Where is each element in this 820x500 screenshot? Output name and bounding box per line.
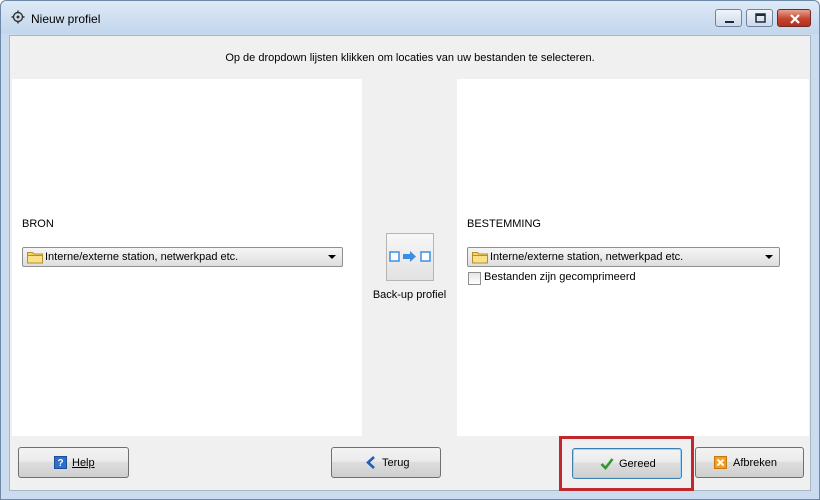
minimize-button[interactable]: [715, 9, 742, 27]
back-button-label: Terug: [382, 457, 410, 469]
folder-icon: [472, 252, 488, 264]
close-button[interactable]: [777, 9, 811, 27]
destination-dropdown-value: Interne/externe station, netwerkpad etc.: [490, 251, 684, 263]
source-dropdown-value: Interne/externe station, netwerkpad etc.: [45, 251, 239, 263]
close-icon: [790, 14, 800, 24]
cancel-icon: [714, 456, 727, 469]
instruction-text: Op de dropdown lijsten klikken om locati…: [10, 36, 810, 78]
backup-profile-button[interactable]: [386, 233, 434, 281]
destination-panel: BESTEMMING Interne/externe station, netw…: [457, 79, 809, 436]
dialog-window: Nieuw profiel Op de dropdown lijsten kli…: [0, 0, 820, 500]
minimize-icon: [725, 21, 734, 23]
source-label: BRON: [22, 218, 54, 230]
svg-text:?: ?: [57, 458, 63, 469]
help-button-label: Help: [72, 457, 95, 469]
chevron-left-icon: [366, 456, 375, 469]
help-button[interactable]: ? Help: [18, 447, 129, 478]
destination-dropdown[interactable]: Interne/externe station, netwerkpad etc.: [467, 247, 780, 267]
chevron-down-icon: [328, 255, 336, 259]
compressed-checkbox[interactable]: [468, 272, 481, 285]
help-icon: ?: [54, 456, 67, 469]
compressed-checkbox-label: Bestanden zijn gecomprimeerd: [484, 271, 636, 283]
source-panel: BRON Interne/externe station, netwerkpad…: [12, 79, 362, 436]
highlight-annotation: [559, 436, 694, 491]
dialog-content: Op de dropdown lijsten klikken om locati…: [9, 35, 811, 491]
middle-panel: Back-up profiel: [362, 79, 457, 436]
cancel-button[interactable]: Afbreken: [695, 447, 804, 478]
chevron-down-icon: [765, 255, 773, 259]
maximize-button[interactable]: [746, 9, 773, 27]
back-button[interactable]: Terug: [331, 447, 441, 478]
destination-label: BESTEMMING: [467, 218, 541, 230]
backup-profile-label: Back-up profiel: [372, 289, 447, 301]
cancel-button-label: Afbreken: [733, 457, 778, 469]
folder-icon: [27, 252, 43, 264]
backup-arrow-icon: [389, 251, 431, 262]
maximize-icon: [755, 13, 766, 23]
window-title: Nieuw profiel: [31, 12, 101, 26]
app-icon: [11, 10, 25, 24]
title-bar[interactable]: Nieuw profiel: [1, 1, 819, 34]
source-dropdown[interactable]: Interne/externe station, netwerkpad etc.: [22, 247, 343, 267]
